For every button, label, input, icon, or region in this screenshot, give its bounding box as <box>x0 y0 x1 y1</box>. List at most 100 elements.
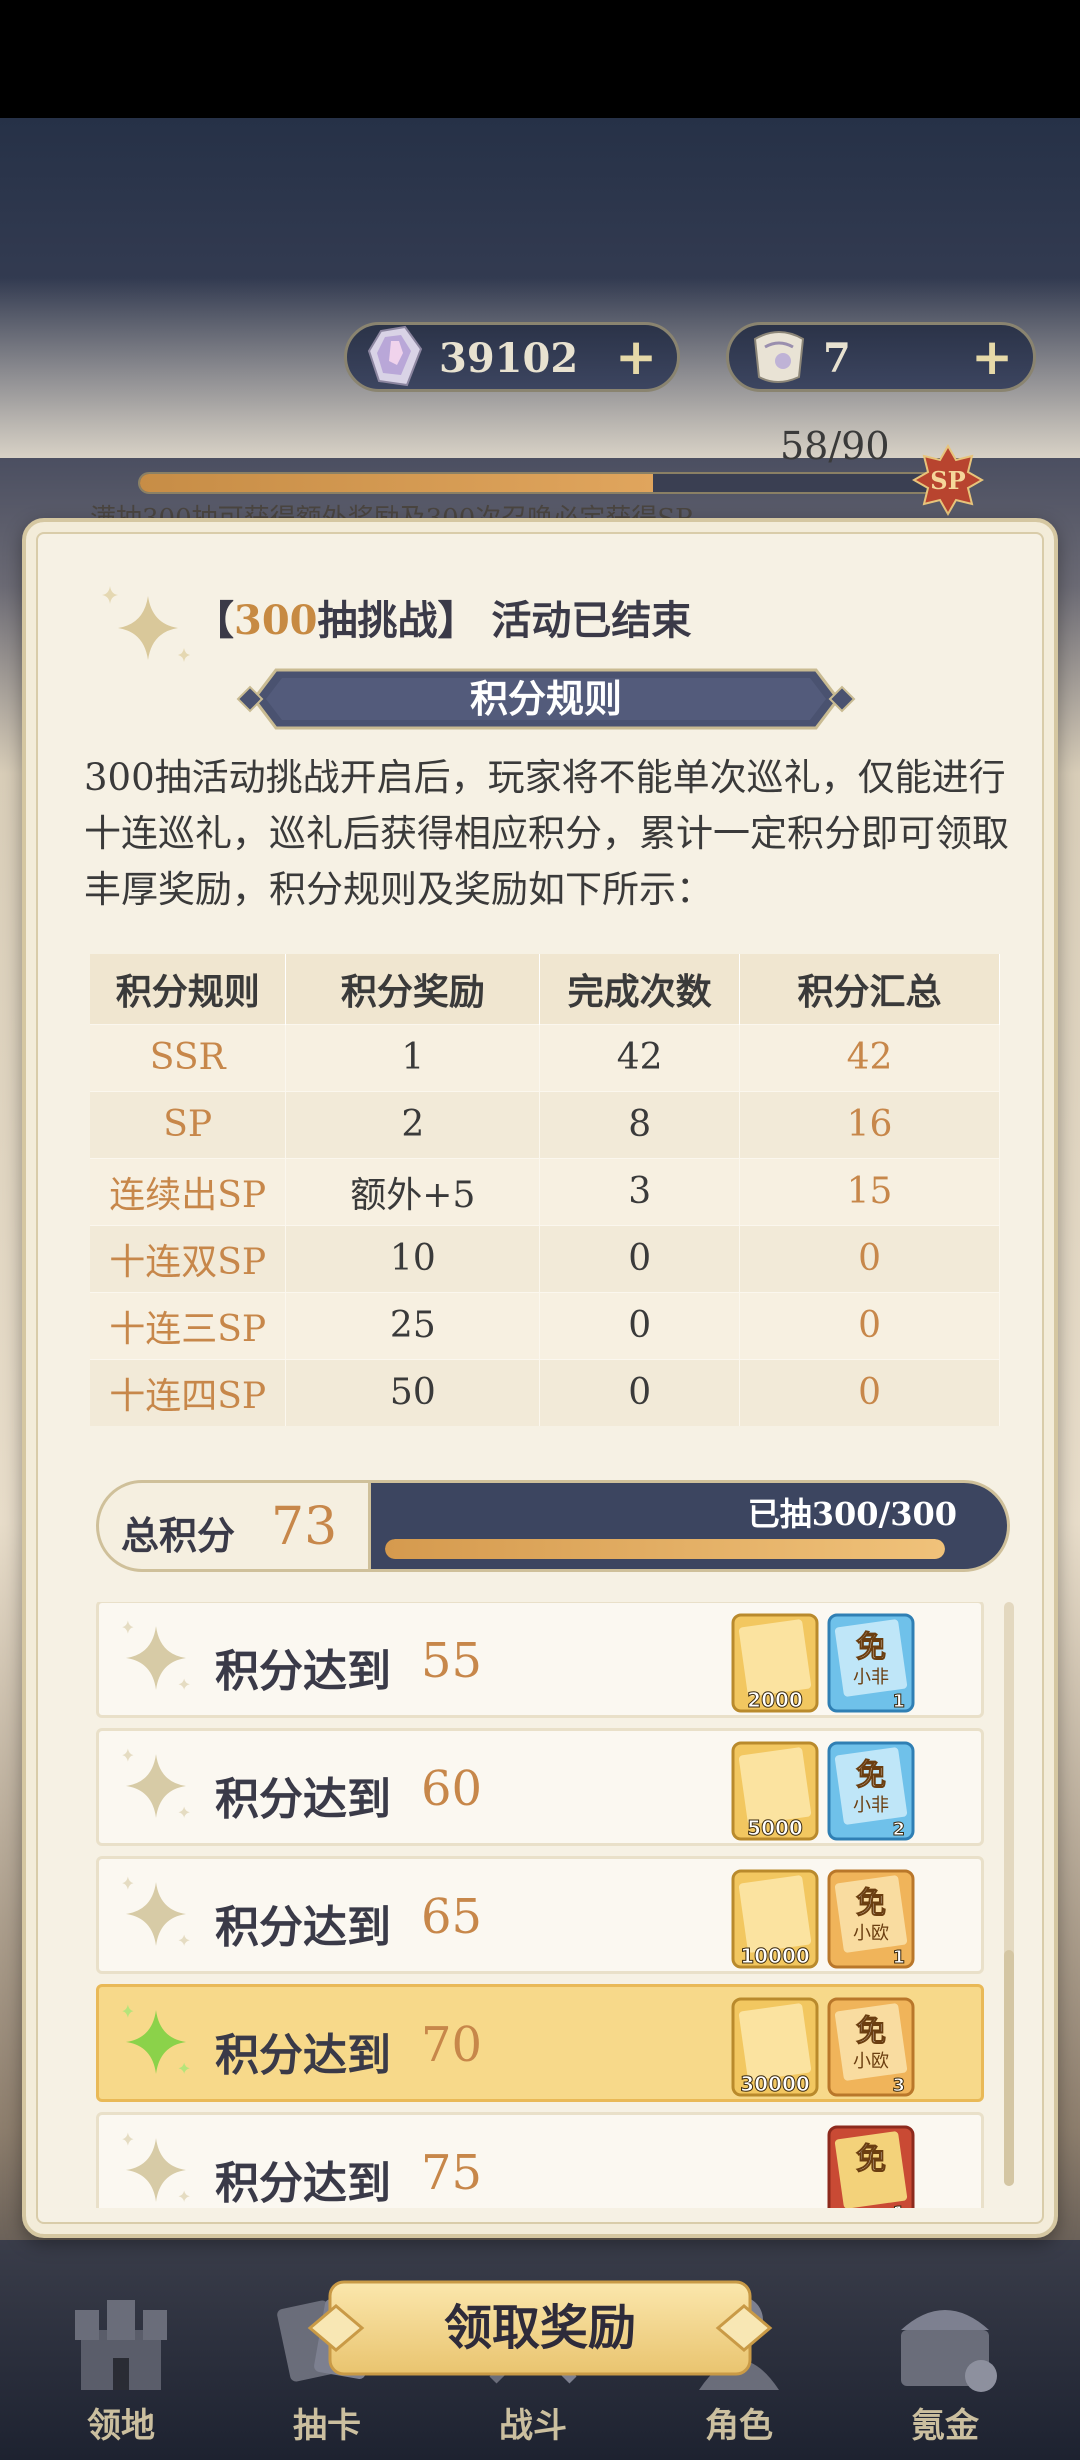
item-count: 10000 <box>740 1944 810 1968</box>
nav-label: 角色 <box>705 2406 773 2446</box>
table-header: 积分奖励 <box>285 954 541 1024</box>
reward-row[interactable]: 积分达到 55 2000 免小非 1 <box>96 1602 984 1718</box>
reward-items: 免1 <box>731 2125 931 2208</box>
pity-progress-label: 58/90 <box>780 424 890 468</box>
ticket-icon: 30000 <box>731 1997 819 2097</box>
sparkle-icon <box>122 1620 190 1690</box>
pass-glyph: 免 <box>856 2142 886 2177</box>
ticket-currency: 7 + <box>726 322 1036 392</box>
pass-glyph: 免 <box>856 1630 886 1665</box>
item-count: 1 <box>892 2203 905 2208</box>
reward-item[interactable]: 免1 <box>827 2125 915 2208</box>
sp-badge-text: SP <box>930 466 965 495</box>
reward-item[interactable]: 免小欧 1 <box>827 1869 915 1969</box>
nav-label: 战斗 <box>499 2406 567 2446</box>
scrollbar-thumb[interactable] <box>1004 1950 1014 2186</box>
table-cell: 0 <box>739 1224 1000 1292</box>
reward-points: 55 <box>421 1633 483 1689</box>
status-bar <box>0 0 1080 118</box>
table-cell: 0 <box>739 1291 1000 1359</box>
pass-subtitle: 小欧 <box>853 2051 889 2072</box>
nav-1[interactable]: 领地 <box>36 2280 206 2460</box>
reward-item[interactable]: 5000 <box>731 1741 819 1841</box>
reward-items: 2000 免小非 1 <box>731 1613 931 1713</box>
table-cell: 25 <box>285 1291 541 1359</box>
section-title: 积分规则 <box>469 676 622 721</box>
draw-progress-fill <box>385 1539 945 1559</box>
draw-progress-track <box>385 1539 945 1559</box>
total-points-box: 总积分 73 <box>96 1480 376 1572</box>
item-count: 3 <box>892 2075 905 2096</box>
castle-icon <box>75 2300 167 2390</box>
table-cell: 8 <box>539 1090 741 1158</box>
ticket-icon: 5000 <box>731 1741 819 1841</box>
table-header: 完成次数 <box>539 954 741 1024</box>
table-cell: 3 <box>539 1157 741 1225</box>
ticket-count: 7 <box>823 335 851 382</box>
reward-row[interactable]: 积分达到 60 5000 免小非 2 <box>96 1728 984 1846</box>
table-cell: 16 <box>739 1090 1000 1158</box>
table-cell: 十连四SP <box>90 1358 287 1426</box>
sparkle-icon <box>102 586 190 662</box>
add-crystal-button[interactable]: + <box>615 331 657 383</box>
draw-count: 已抽300/300 <box>747 1495 957 1533</box>
title-highlight: 300 <box>234 597 318 644</box>
reward-item[interactable]: 免小非 1 <box>827 1613 915 1713</box>
title-rest: 抽挑战】 活动已结束 <box>317 597 692 644</box>
table-cell: 额外+5 <box>285 1157 541 1225</box>
pass-glyph: 免 <box>856 1886 886 1921</box>
reward-label: 积分达到 <box>215 1902 391 1953</box>
reward-points: 65 <box>421 1889 483 1945</box>
crystal-icon <box>367 325 423 387</box>
table-cell: 十连三SP <box>90 1291 287 1359</box>
table-cell: 0 <box>739 1358 1000 1426</box>
table-cell: 0 <box>539 1358 741 1426</box>
reward-items: 30000 免小欧 3 <box>731 1997 931 2097</box>
ticket-icon: 2000 <box>731 1613 819 1713</box>
add-ticket-button[interactable]: + <box>971 331 1013 383</box>
reward-items: 10000 免小欧 1 <box>731 1869 931 1969</box>
pity-progress-fill <box>140 474 653 492</box>
claim-reward-button[interactable]: 领取奖励 <box>306 2276 774 2380</box>
table-cell: 50 <box>285 1358 541 1426</box>
rules-intro: 300抽活动挑战开启后，玩家将不能单次巡礼，仅能进行十连巡礼，巡礼后获得相应积分… <box>84 756 1009 911</box>
reward-points: 60 <box>421 1761 483 1817</box>
nav-label: 领地 <box>87 2406 155 2446</box>
free-pass-icon: 免小欧3 <box>827 1997 915 2097</box>
table-cell: 1 <box>285 1023 541 1091</box>
pass-subtitle: 小欧 <box>853 1923 889 1944</box>
draw-progress: 已抽300/300 <box>368 1480 1010 1572</box>
reward-item[interactable]: 10000 <box>731 1869 819 1969</box>
item-count: 2000 <box>747 1688 803 1712</box>
table-cell: SP <box>90 1090 287 1158</box>
reward-item[interactable]: 2000 <box>731 1613 819 1713</box>
rules-table: 积分规则 积分奖励 完成次数 积分汇总 SSR 1 42 42 SP 2 8 16 连续出SP 额… <box>90 954 1000 1426</box>
section-banner: 积分规则 <box>236 666 856 732</box>
item-count: 2 <box>892 1819 905 1840</box>
reward-list-scrollbar[interactable] <box>1004 1602 1014 2186</box>
sp-badge-icon: SP <box>912 444 984 516</box>
pass-glyph: 免 <box>856 1758 886 1793</box>
title-bracket: 【 <box>194 597 234 644</box>
reward-row[interactable]: 积分达到 65 10000 免小欧 1 <box>96 1856 984 1974</box>
ticket-icon: 10000 <box>731 1869 819 1969</box>
reward-items: 5000 免小非 2 <box>731 1741 931 1841</box>
total-points-bar: 总积分 73 已抽300/300 <box>96 1480 1010 1572</box>
free-pass-icon: 免小非1 <box>827 1613 915 1713</box>
reward-item[interactable]: 免小非 2 <box>827 1741 915 1841</box>
sparkle-icon <box>122 1876 190 1946</box>
reward-points: 75 <box>421 2145 483 2201</box>
table-cell: SSR <box>90 1023 287 1091</box>
reward-list[interactable]: 积分达到 55 2000 免小非 1 积分达到 60 5000 免小非 2 积分达到 65 10000 免… <box>96 1602 986 2208</box>
free-pass-icon: 免1 <box>827 2125 915 2208</box>
reward-item[interactable]: 免小欧 3 <box>827 1997 915 2097</box>
table-cell: 2 <box>285 1090 541 1158</box>
nav-5[interactable]: 氪金 <box>860 2280 1030 2460</box>
total-points-value: 73 <box>271 1497 338 1557</box>
sparkle-icon <box>122 2132 190 2202</box>
reward-row[interactable]: 积分达到75免1 <box>96 2112 984 2208</box>
table-cell: 连续出SP <box>90 1157 287 1225</box>
reward-item[interactable]: 30000 <box>731 1997 819 2097</box>
reward-row[interactable]: 积分达到 70 30000 免小欧 3 <box>96 1984 984 2102</box>
pass-glyph: 免 <box>856 2014 886 2049</box>
